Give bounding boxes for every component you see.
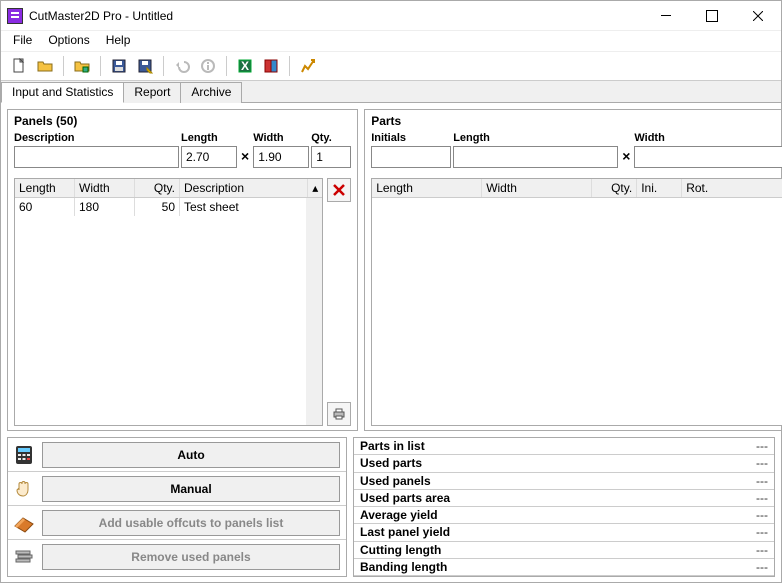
panels-label-qty: Qty. — [311, 132, 351, 146]
panels-col-length[interactable]: Length — [15, 179, 75, 197]
menu-bar: File Options Help — [1, 31, 781, 51]
app-icon — [7, 8, 23, 24]
add-offcuts-button[interactable]: Add usable offcuts to panels list — [42, 510, 340, 536]
tab-archive[interactable]: Archive — [180, 82, 242, 103]
stats-label: Banding length — [354, 560, 756, 574]
parts-initials-input[interactable] — [371, 146, 451, 168]
parts-table: Length Width Qty. Ini. Rot. ▴ — [371, 178, 782, 426]
stats-value: --- — [756, 491, 774, 505]
stats-row: Average yield--- — [354, 507, 774, 524]
panels-title: Panels (50) — [8, 110, 357, 132]
title-bar: CutMaster2D Pro - Untitled — [1, 1, 781, 31]
panels-qty-input[interactable] — [311, 146, 351, 168]
panels-length-input[interactable] — [181, 146, 237, 168]
stats-label: Used parts — [354, 456, 756, 470]
stats-label: Last panel yield — [354, 525, 756, 539]
parts-label-initials: Initials — [371, 132, 451, 146]
stats-row: Used parts area--- — [354, 490, 774, 507]
actions-panel: Auto Manual Add usable offcuts to panels… — [7, 437, 347, 577]
parts-title: Parts — [365, 110, 782, 132]
svg-text:X: X — [241, 59, 249, 73]
panels-table: Length Width Qty. Description ▴ 6018050T… — [14, 178, 323, 426]
panels-scrollbar[interactable] — [306, 198, 322, 425]
panels-description-input[interactable] — [14, 146, 179, 168]
stats-value: --- — [756, 508, 774, 522]
parts-group: Parts Initials Length × Width Qty. Lengt… — [364, 109, 782, 431]
panels-width-input[interactable] — [253, 146, 309, 168]
panels-group: Panels (50) Description Length × Width Q… — [7, 109, 358, 431]
times-symbol-2: × — [620, 148, 632, 168]
stats-value: --- — [756, 525, 774, 539]
remove-panels-icon — [8, 546, 40, 568]
panels-delete-button[interactable] — [327, 178, 351, 202]
parts-width-input[interactable] — [634, 146, 782, 168]
stats-row: Used parts--- — [354, 455, 774, 472]
remove-used-panels-button[interactable]: Remove used panels — [42, 544, 340, 570]
optimize-icon[interactable] — [296, 54, 320, 78]
panels-col-description[interactable]: Description — [180, 179, 308, 197]
times-symbol: × — [239, 148, 251, 168]
window-title: CutMaster2D Pro - Untitled — [29, 9, 643, 23]
parts-label-width: Width — [634, 132, 782, 146]
toolbar: X — [1, 51, 781, 81]
undo-icon[interactable] — [170, 54, 194, 78]
stats-row: Last panel yield--- — [354, 524, 774, 541]
stats-value: --- — [756, 543, 774, 557]
stats-value: --- — [756, 456, 774, 470]
stats-value: --- — [756, 560, 774, 574]
stats-row: Cutting length--- — [354, 542, 774, 559]
panels-col-width[interactable]: Width — [75, 179, 135, 197]
statistics-panel: Parts in list---Used parts---Used panels… — [353, 437, 775, 577]
panels-col-sort-icon[interactable]: ▴ — [308, 179, 322, 197]
parts-col-qty[interactable]: Qty. — [592, 179, 637, 197]
save-as-icon[interactable] — [133, 54, 157, 78]
stats-row: Used panels--- — [354, 473, 774, 490]
parts-length-input[interactable] — [453, 146, 618, 168]
hand-icon — [8, 478, 40, 500]
panels-col-qty[interactable]: Qty. — [135, 179, 180, 197]
stats-value: --- — [756, 439, 774, 453]
open-icon[interactable] — [33, 54, 57, 78]
table-row[interactable]: 6018050Test sheet — [15, 198, 306, 216]
stats-value: --- — [756, 474, 774, 488]
panels-label-width: Width — [253, 132, 309, 146]
menu-help[interactable]: Help — [98, 31, 139, 51]
menu-file[interactable]: File — [5, 31, 40, 51]
offcuts-icon — [8, 512, 40, 534]
menu-options[interactable]: Options — [40, 31, 97, 51]
calculator-icon — [8, 444, 40, 466]
panels-label-description: Description — [14, 132, 179, 146]
main-tabs: Input and Statistics Report Archive — [1, 81, 781, 103]
stats-label: Average yield — [354, 508, 756, 522]
maximize-button[interactable] — [689, 1, 735, 31]
stats-label: Parts in list — [354, 439, 756, 453]
info-icon[interactable] — [196, 54, 220, 78]
close-button[interactable] — [735, 1, 781, 31]
stats-label: Used parts area — [354, 491, 756, 505]
open-project-icon[interactable] — [70, 54, 94, 78]
tab-input-statistics[interactable]: Input and Statistics — [1, 82, 124, 103]
stats-row: Banding length--- — [354, 559, 774, 576]
manual-button[interactable]: Manual — [42, 476, 340, 502]
parts-col-rot[interactable]: Rot. — [682, 179, 782, 197]
stats-label: Cutting length — [354, 543, 756, 557]
save-icon[interactable] — [107, 54, 131, 78]
panels-print-button[interactable] — [327, 402, 351, 426]
export-excel-icon[interactable]: X — [233, 54, 257, 78]
stats-row: Parts in list--- — [354, 438, 774, 455]
parts-col-width[interactable]: Width — [482, 179, 592, 197]
tab-report[interactable]: Report — [123, 82, 181, 103]
panels-label-length: Length — [181, 132, 237, 146]
parts-col-ini[interactable]: Ini. — [637, 179, 682, 197]
auto-button[interactable]: Auto — [42, 442, 340, 468]
new-icon[interactable] — [7, 54, 31, 78]
parts-col-length[interactable]: Length — [372, 179, 482, 197]
parts-label-length: Length — [453, 132, 618, 146]
minimize-button[interactable] — [643, 1, 689, 31]
stats-label: Used panels — [354, 474, 756, 488]
import-icon[interactable] — [259, 54, 283, 78]
